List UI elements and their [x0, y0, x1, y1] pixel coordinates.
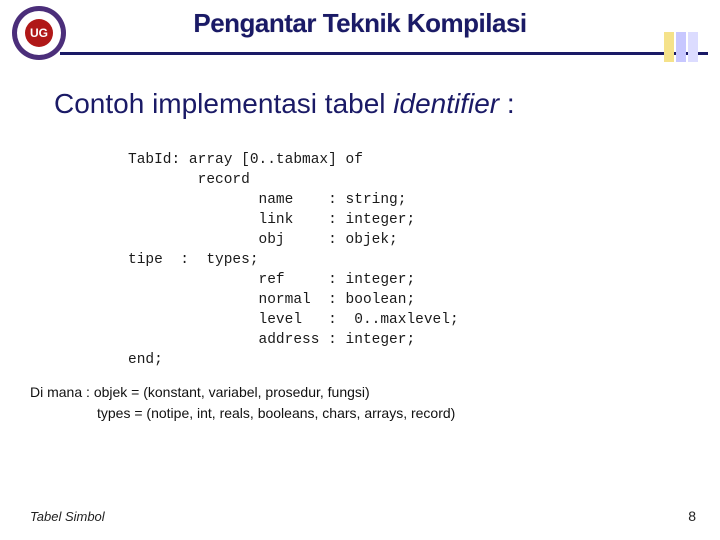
note-lead: Di mana : — [30, 384, 90, 400]
course-title: Pengantar Teknik Kompilasi — [0, 8, 720, 39]
definition-note: Di mana : objek = (konstant, variabel, p… — [30, 382, 455, 424]
heading-prefix: Contoh implementasi tabel — [54, 88, 393, 119]
page-number: 8 — [688, 508, 696, 524]
slide-header: UG Pengantar Teknik Kompilasi — [0, 0, 720, 76]
heading-italic: identifier — [393, 88, 499, 119]
heading-suffix: : — [499, 88, 515, 119]
header-divider — [60, 52, 708, 55]
footer-left-label: Tabel Simbol — [30, 509, 105, 524]
code-block: TabId: array [0..tabmax] of record name … — [128, 150, 459, 370]
slide-heading: Contoh implementasi tabel identifier : — [54, 88, 515, 120]
header-accent-bars — [664, 32, 698, 62]
note-line-1: objek = (konstant, variabel, prosedur, f… — [94, 384, 370, 400]
note-line-2: types = (notipe, int, reals, booleans, c… — [97, 403, 455, 424]
